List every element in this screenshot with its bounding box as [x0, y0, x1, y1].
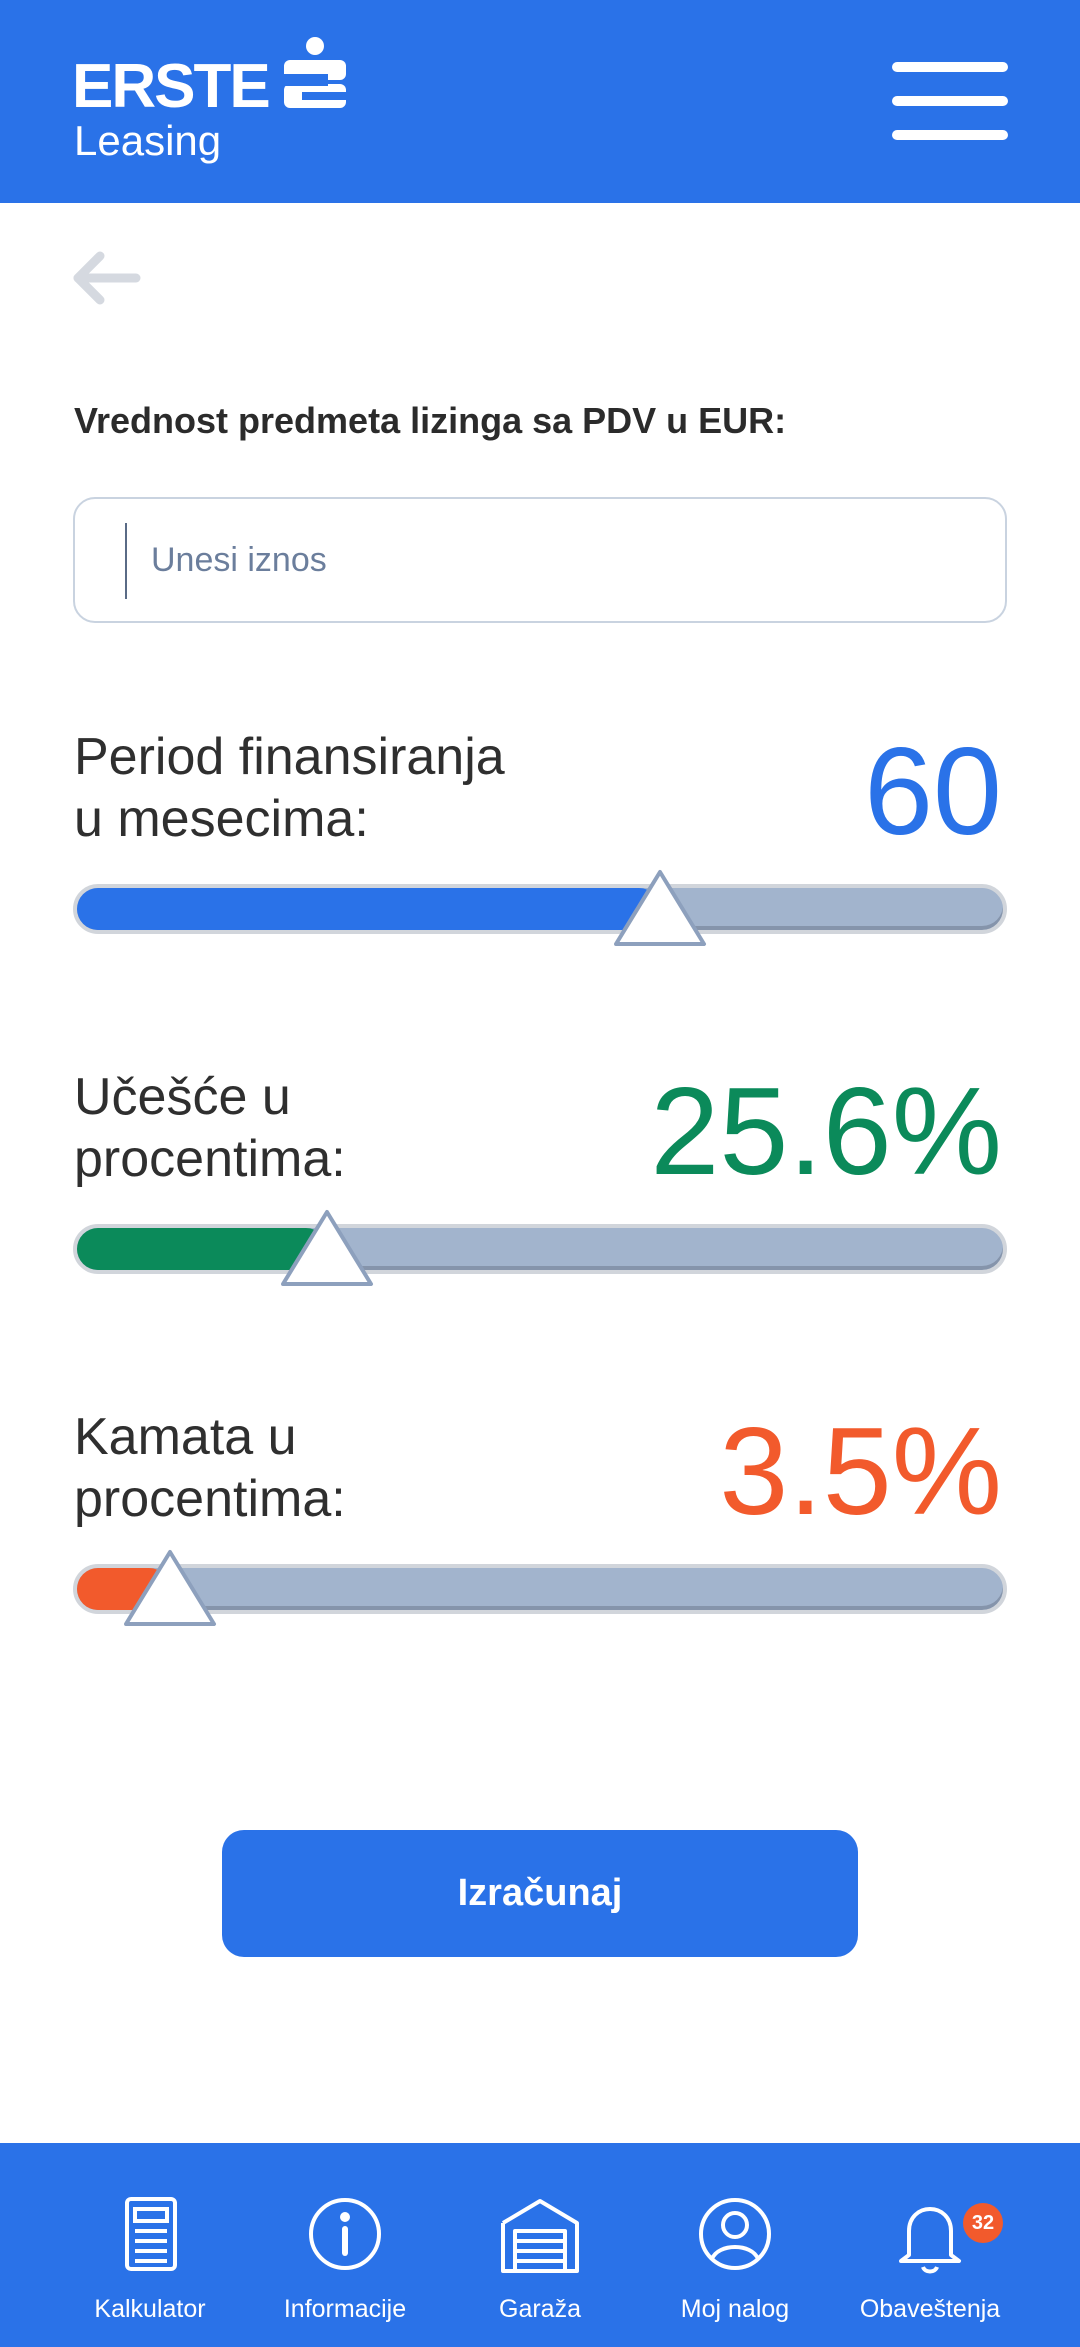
app-header: ERSTE Leasing [0, 0, 1080, 203]
downpayment-slider-thumb[interactable] [277, 1206, 377, 1292]
nav-item-kalkulator[interactable]: Kalkulator [50, 2143, 250, 2347]
notification-badge: 32 [963, 2203, 1003, 2243]
nav-item-moj-nalog[interactable]: Moj nalog [635, 2143, 835, 2347]
period-slider-fill [77, 888, 661, 930]
downpayment-value: 25.6% [650, 1063, 1002, 1201]
hamburger-icon [892, 62, 1008, 72]
nav-label: Garaža [499, 2295, 581, 2323]
period-value: 60 [864, 723, 1002, 861]
bottom-navigation: Kalkulator Informacije Garaža Moj nalog … [0, 2143, 1080, 2347]
hamburger-line [892, 130, 1008, 140]
downpayment-label-line2: procentima: [74, 1130, 346, 1188]
back-button[interactable] [70, 248, 142, 308]
bell-icon [899, 2207, 961, 2274]
nav-label: Kalkulator [94, 2295, 206, 2323]
interest-label-line2: procentima: [74, 1470, 346, 1528]
logo-brand-text: ERSTE [72, 52, 271, 121]
user-icon [699, 2198, 771, 2270]
logo-sub-text: Leasing [74, 117, 222, 164]
erste-leasing-logo[interactable]: ERSTE Leasing [72, 36, 372, 176]
interest-value: 3.5% [719, 1403, 1002, 1541]
nav-item-obavestenja[interactable]: 32 Obaveštenja [830, 2143, 1030, 2347]
amount-input[interactable] [151, 499, 971, 621]
app-screen: ERSTE Leasing Vrednost predmeta lizinga … [0, 0, 1080, 2347]
amount-label: Vrednost predmeta lizinga sa PDV u EUR: [74, 400, 787, 441]
calculator-icon [125, 2197, 177, 2271]
period-slider-thumb[interactable] [610, 866, 710, 952]
arrow-left-icon [73, 251, 141, 305]
calculate-button[interactable]: Izračunaj [222, 1830, 858, 1957]
downpayment-label-line1: Učešće u [74, 1068, 291, 1126]
period-slider[interactable] [73, 884, 1007, 934]
amount-input-box[interactable] [73, 497, 1007, 623]
downpayment-label: Učešće u procentima: [74, 1066, 346, 1190]
period-label: Period finansiranja u mesecima: [74, 726, 505, 850]
text-caret [125, 523, 127, 599]
hamburger-line [892, 96, 1008, 106]
hamburger-menu-button[interactable] [892, 62, 1008, 142]
downpayment-slider[interactable] [73, 1224, 1007, 1274]
nav-item-garaza[interactable]: Garaža [440, 2143, 640, 2347]
period-label-line1: Period finansiranja [74, 728, 505, 786]
nav-label: Informacije [283, 2295, 407, 2323]
interest-label: Kamata u procentima: [74, 1406, 346, 1530]
info-icon [309, 2198, 381, 2270]
nav-label: Moj nalog [680, 2295, 790, 2323]
nav-label: Obaveštenja [859, 2295, 1001, 2323]
interest-label-line1: Kamata u [74, 1408, 297, 1466]
interest-slider-thumb[interactable] [120, 1546, 220, 1632]
nav-item-informacije[interactable]: Informacije [245, 2143, 445, 2347]
period-label-line2: u mesecima: [74, 790, 369, 848]
erste-s-icon [284, 37, 346, 108]
garage-icon [501, 2199, 579, 2273]
